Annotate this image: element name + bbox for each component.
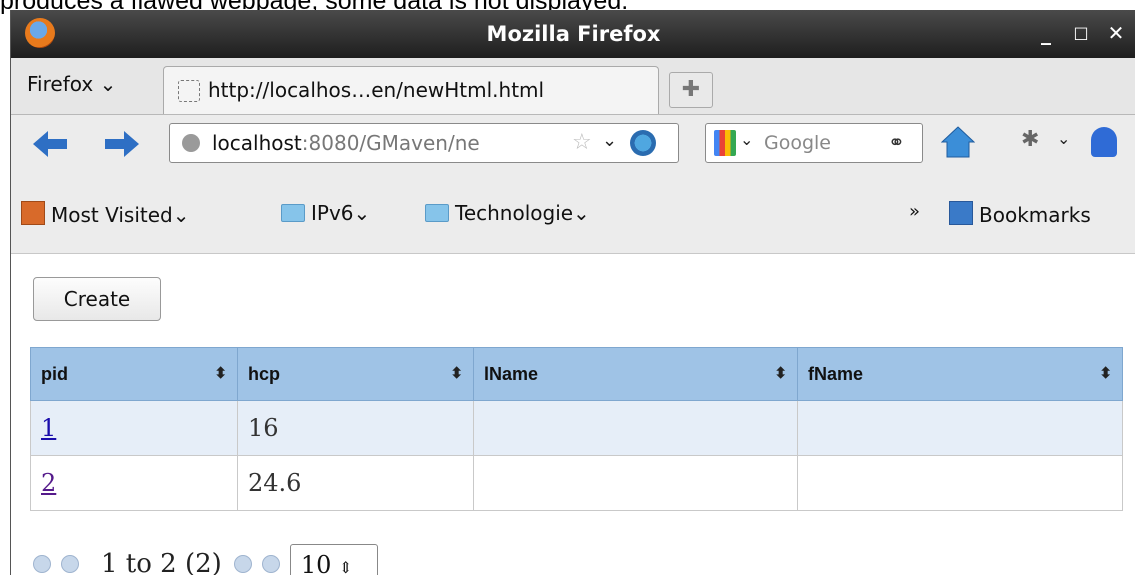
bookmarks-icon [949, 201, 973, 225]
minimize-button[interactable]: _ [1031, 18, 1061, 48]
column-header-fname[interactable]: fName ⬍ [797, 347, 1123, 401]
bookmarks-overflow-button[interactable]: » [909, 201, 920, 222]
sort-icon[interactable]: ⬍ [1099, 364, 1112, 382]
bug-icon[interactable]: ✱ [1021, 127, 1039, 152]
window-title: Mozilla Firefox [486, 22, 661, 46]
cell-fname [797, 400, 1123, 456]
url-text: localhost:8080/GMaven/ne [212, 131, 480, 155]
search-engine-dropdown-icon[interactable]: ⌄ [740, 130, 753, 149]
paginator: 1 to 2 (2) 10 ⇕ [33, 544, 378, 575]
data-table: pid ⬍ hcp ⬍ lName ⬍ fName ⬍ 1 16 2 24.6 [30, 347, 1123, 511]
cell-lname [473, 455, 798, 511]
chevron-down-icon: ⌄ [99, 72, 117, 96]
first-page-icon[interactable] [33, 555, 51, 573]
create-button[interactable]: Create [33, 277, 161, 321]
google-logo-icon[interactable] [714, 130, 736, 156]
close-button[interactable]: ✕ [1101, 18, 1131, 48]
cell-fname [797, 455, 1123, 511]
bookmarks-menu-button[interactable]: Bookmarks [949, 201, 1091, 227]
column-header-hcp[interactable]: hcp ⬍ [237, 347, 474, 401]
page-range-text: 1 to 2 (2) [101, 549, 222, 575]
page-icon [178, 80, 200, 102]
table-header-row: pid ⬍ hcp ⬍ lName ⬍ fName ⬍ [30, 347, 1123, 401]
tab-active[interactable]: http://localhos…en/newHtml.html [163, 66, 659, 114]
bookmark-label: Technologie⌄ [455, 201, 590, 225]
globe-icon [182, 134, 200, 152]
cell-pid: 1 [30, 400, 238, 456]
column-header-pid[interactable]: pid ⬍ [30, 347, 238, 401]
column-label: lName [484, 363, 539, 384]
bookmark-most-visited[interactable]: Most Visited⌄ [21, 201, 190, 227]
table-row: 2 24.6 [30, 455, 1123, 511]
sort-icon[interactable]: ⬍ [450, 364, 463, 382]
next-page-icon[interactable] [233, 555, 252, 573]
binoculars-icon[interactable]: ⚭ [888, 130, 905, 154]
bookmark-star-icon[interactable]: ☆ [572, 130, 592, 155]
pid-link[interactable]: 2 [41, 469, 56, 497]
sort-icon[interactable]: ⬍ [214, 364, 227, 382]
url-bar[interactable]: localhost:8080/GMaven/ne ☆ ⌄ [169, 123, 679, 163]
page-size-select[interactable]: 10 ⇕ [289, 544, 378, 575]
page-content: Create pid ⬍ hcp ⬍ lName ⬍ fName ⬍ 1 16 [11, 254, 1135, 575]
cell-lname [473, 400, 798, 456]
bookmark-label: IPv6⌄ [311, 201, 371, 225]
url-host: localhost [212, 131, 302, 155]
browser-window: Mozilla Firefox _ □ ✕ Firefox ⌄ http://l… [10, 10, 1135, 575]
folder-icon [425, 204, 449, 222]
table-row: 1 16 [30, 400, 1123, 456]
most-visited-icon [21, 201, 45, 225]
history-dropdown-icon[interactable]: ⌄ [602, 130, 617, 151]
home-icon[interactable] [941, 125, 975, 159]
column-label: pid [41, 363, 68, 384]
firefox-menu-button[interactable]: Firefox ⌄ [27, 72, 116, 96]
sort-icon[interactable]: ⬍ [774, 364, 787, 382]
search-input[interactable]: Google [764, 132, 831, 154]
column-label: hcp [248, 363, 281, 384]
ghost-icon[interactable] [1091, 127, 1117, 157]
bookmark-ipv6[interactable]: IPv6⌄ [281, 201, 370, 225]
bookmark-label: Bookmarks [979, 203, 1091, 227]
search-bar[interactable]: ⌄ Google ⚭ [705, 123, 923, 163]
spinner-arrows-icon: ⇕ [339, 558, 353, 575]
tab-bar: Firefox ⌄ http://localhos…en/newHtml.htm… [11, 58, 1135, 115]
forward-arrow-icon[interactable] [105, 129, 139, 159]
cell-hcp: 24.6 [237, 455, 474, 511]
back-arrow-icon[interactable] [33, 129, 67, 159]
pid-link[interactable]: 1 [41, 414, 56, 442]
chevron-down-icon[interactable]: ⌄ [1057, 129, 1070, 148]
bookmarks-toolbar: Most Visited⌄ IPv6⌄ Technologie⌄ » Bookm… [11, 173, 1135, 254]
bookmark-label: Most Visited⌄ [51, 203, 190, 227]
firefox-menu-label: Firefox [27, 72, 94, 96]
column-label: fName [808, 363, 864, 384]
column-header-lname[interactable]: lName ⬍ [473, 347, 798, 401]
reload-icon[interactable] [630, 130, 656, 156]
cell-hcp: 16 [237, 400, 474, 456]
maximize-button[interactable]: □ [1066, 18, 1096, 48]
previous-page-icon[interactable] [61, 555, 79, 573]
navigation-bar: localhost:8080/GMaven/ne ☆ ⌄ ⌄ Google ⚭ … [11, 115, 1135, 173]
new-tab-button[interactable]: ✚ [669, 72, 713, 108]
title-bar: Mozilla Firefox _ □ ✕ [11, 10, 1135, 58]
bookmark-technologie[interactable]: Technologie⌄ [425, 201, 590, 225]
last-page-icon[interactable] [261, 555, 280, 573]
url-path: :8080/GMaven/ne [301, 131, 480, 155]
folder-icon [281, 204, 305, 222]
page-size-value: 10 [300, 551, 332, 575]
cell-pid: 2 [30, 455, 238, 511]
tab-label: http://localhos…en/newHtml.html [208, 78, 545, 102]
